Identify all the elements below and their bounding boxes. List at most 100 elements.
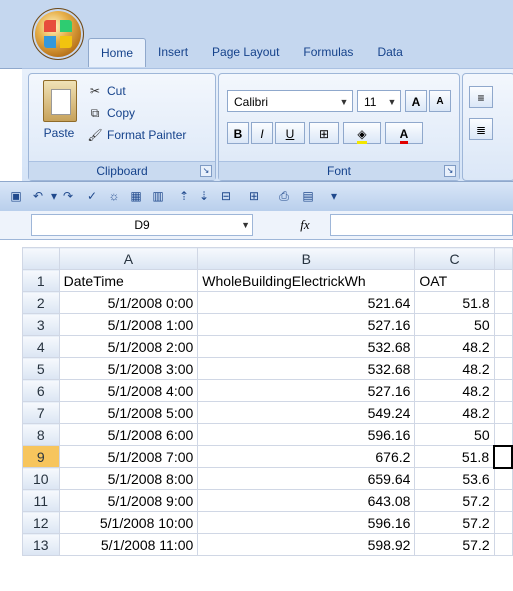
cell[interactable]	[493, 467, 513, 490]
font-launcher-icon[interactable]: ↘	[444, 165, 456, 177]
select-all-corner[interactable]	[22, 247, 60, 270]
tab-page-layout[interactable]: Page Layout	[200, 38, 291, 66]
row-header-selected[interactable]: 9	[22, 445, 60, 468]
cell[interactable]: 5/1/2008 6:00	[58, 423, 199, 446]
cell[interactable]	[493, 313, 513, 336]
cut-button[interactable]: ✂ Cut	[87, 82, 126, 100]
cell[interactable]: 5/1/2008 0:00	[58, 291, 199, 314]
cell[interactable]: 659.64	[197, 467, 416, 490]
row-header[interactable]: 6	[22, 379, 60, 402]
copy-button[interactable]: ⧉ Copy	[87, 104, 135, 122]
cell[interactable]: 5/1/2008 9:00	[58, 489, 199, 512]
cell[interactable]: 527.16	[197, 379, 416, 402]
column-header-c[interactable]: C	[414, 247, 495, 270]
cell[interactable]: 596.16	[197, 511, 416, 534]
office-button[interactable]	[32, 8, 84, 60]
cell[interactable]: 5/1/2008 2:00	[58, 335, 199, 358]
cell[interactable]: 532.68	[197, 357, 416, 380]
cell[interactable]: 5/1/2008 7:00	[58, 445, 199, 468]
cell[interactable]	[493, 533, 513, 556]
tab-data[interactable]: Data	[365, 38, 414, 66]
cell[interactable]: WholeBuildingElectrickWh	[197, 269, 416, 292]
cell[interactable]: 521.64	[197, 291, 416, 314]
cell[interactable]: 532.68	[197, 335, 416, 358]
redo-icon[interactable]: ↷	[60, 188, 76, 204]
cell[interactable]: 527.16	[197, 313, 416, 336]
cell[interactable]: 596.16	[197, 423, 416, 446]
tab-formulas[interactable]: Formulas	[291, 38, 365, 66]
print-icon[interactable]: ⎙	[276, 188, 292, 204]
cell[interactable]: 5/1/2008 5:00	[58, 401, 199, 424]
row-header[interactable]: 1	[22, 269, 60, 292]
align-left-button[interactable]: ≣	[469, 118, 493, 140]
undo-icon[interactable]: ↶	[30, 188, 46, 204]
cell[interactable]	[493, 357, 513, 380]
shrink-font-button[interactable]: A	[429, 90, 451, 112]
cell[interactable]: 598.92	[197, 533, 416, 556]
column-header-a[interactable]: A	[58, 247, 199, 270]
row-header[interactable]: 13	[22, 533, 60, 556]
row-header[interactable]: 8	[22, 423, 60, 446]
grid-tool-icon[interactable]: ▦	[128, 188, 144, 204]
save-icon[interactable]: ▣	[8, 188, 24, 204]
fill-color-button[interactable]: ◈	[343, 122, 381, 144]
column-header-b[interactable]: B	[197, 247, 416, 270]
cell[interactable]: 48.2	[414, 357, 495, 380]
row-header[interactable]: 2	[22, 291, 60, 314]
clipboard-launcher-icon[interactable]: ↘	[200, 165, 212, 177]
grow-font-button[interactable]: A	[405, 90, 427, 112]
cell[interactable]	[493, 269, 513, 292]
cell[interactable]	[493, 335, 513, 358]
sun-icon[interactable]: ☼	[106, 188, 122, 204]
cell[interactable]: 676.2	[197, 445, 416, 468]
row-header[interactable]: 11	[22, 489, 60, 512]
formula-input[interactable]	[330, 214, 513, 236]
layout-icon[interactable]: ▤	[300, 188, 316, 204]
cell[interactable]: 5/1/2008 11:00	[58, 533, 199, 556]
name-box[interactable]: D9 ▼	[31, 214, 253, 236]
sort-asc-icon[interactable]: ⇡	[176, 188, 192, 204]
font-color-button[interactable]: A	[385, 122, 423, 144]
cell[interactable]: 57.2	[414, 511, 495, 534]
font-size-select[interactable]: 11 ▼	[357, 90, 401, 112]
cell[interactable]: 57.2	[414, 533, 495, 556]
cell[interactable]: 549.24	[197, 401, 416, 424]
font-family-select[interactable]: Calibri ▼	[227, 90, 353, 112]
row-header[interactable]: 4	[22, 335, 60, 358]
align-top-button[interactable]: ≡	[469, 86, 493, 108]
cell[interactable]: 50	[414, 423, 495, 446]
cell[interactable]: 5/1/2008 10:00	[58, 511, 199, 534]
row-header[interactable]: 12	[22, 511, 60, 534]
cell[interactable]: 51.8	[414, 445, 495, 468]
cell[interactable]: 48.2	[414, 379, 495, 402]
borders-button[interactable]: ⊞	[309, 122, 339, 144]
cell[interactable]: DateTime	[58, 269, 199, 292]
row-header[interactable]: 3	[22, 313, 60, 336]
cell[interactable]: 51.8	[414, 291, 495, 314]
function-icon[interactable]: fx	[294, 214, 316, 236]
row-header[interactable]: 10	[22, 467, 60, 490]
table-icon[interactable]: ⊞	[246, 188, 262, 204]
cell[interactable]	[493, 423, 513, 446]
spelling-icon[interactable]: ✓	[84, 188, 100, 204]
paste-button[interactable]: Paste	[37, 80, 81, 150]
column-header-d[interactable]	[493, 247, 513, 270]
cell[interactable]	[493, 401, 513, 424]
cell[interactable]: 643.08	[197, 489, 416, 512]
customize-icon[interactable]: ▾	[326, 188, 342, 204]
cell[interactable]: 5/1/2008 3:00	[58, 357, 199, 380]
cell[interactable]	[493, 291, 513, 314]
cell[interactable]: 5/1/2008 8:00	[58, 467, 199, 490]
tab-insert[interactable]: Insert	[146, 38, 200, 66]
cell[interactable]: 48.2	[414, 335, 495, 358]
row-header[interactable]: 7	[22, 401, 60, 424]
row-header[interactable]: 5	[22, 357, 60, 380]
chart-icon[interactable]: ▥	[150, 188, 166, 204]
italic-button[interactable]: I	[251, 122, 273, 144]
cell[interactable]: 53.6	[414, 467, 495, 490]
active-cell[interactable]	[493, 444, 513, 469]
cell[interactable]	[493, 379, 513, 402]
tab-home[interactable]: Home	[88, 38, 147, 67]
cell[interactable]	[493, 489, 513, 512]
cell[interactable]: OAT	[414, 269, 495, 292]
